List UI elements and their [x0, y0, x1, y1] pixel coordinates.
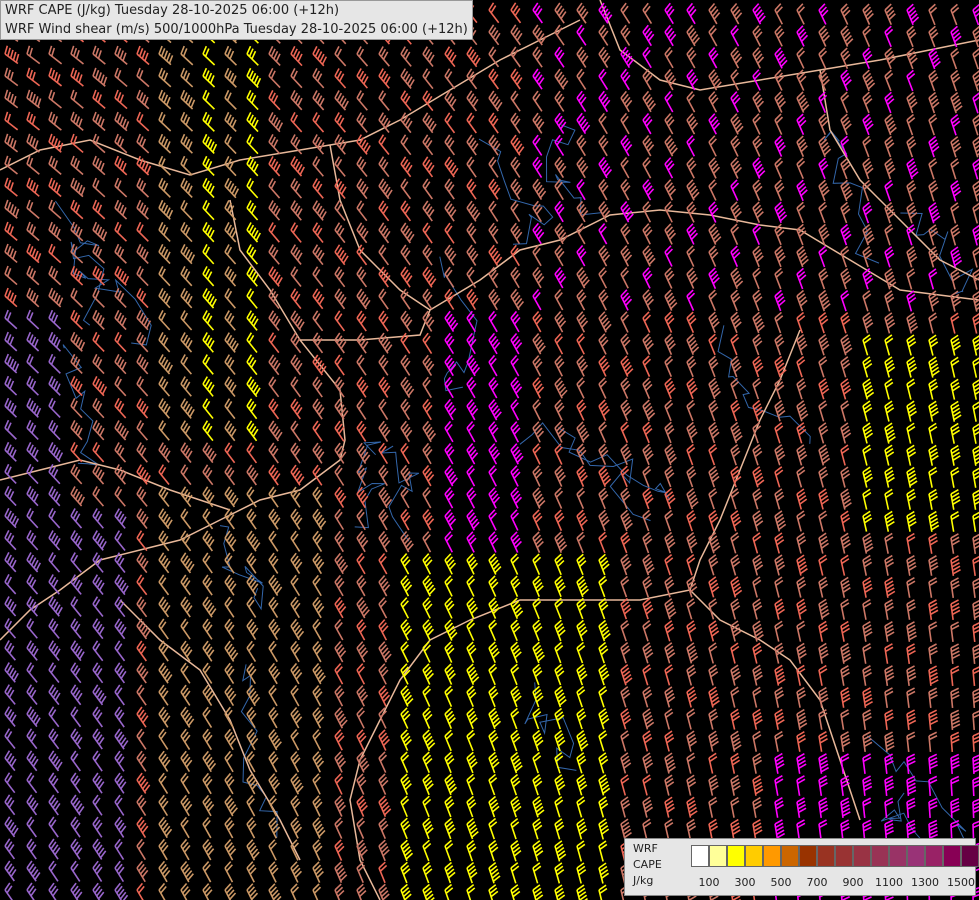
- legend-swatch: [817, 845, 835, 867]
- wind-shear-map: [0, 0, 979, 900]
- legend-tick-label: 700: [806, 876, 828, 889]
- cape-title: WRF CAPE (J/kg) Tuesday 28-10-2025 06:00…: [5, 3, 340, 18]
- legend-tick-labels: 100 300 500 700 900 1100 1300 1500: [691, 876, 976, 890]
- legend-model-label: WRF: [633, 842, 658, 855]
- legend-tick-label: 1500: [947, 876, 975, 889]
- legend-tick-label: 900: [842, 876, 864, 889]
- legend-swatch: [961, 845, 979, 867]
- legend-tick-label: 100: [698, 876, 720, 889]
- legend-unit-label: J/kg: [633, 874, 654, 887]
- legend-tick-label: 1100: [875, 876, 903, 889]
- cape-legend: WRF CAPE J/kg 100 300 500 700 900 1100 1300 150…: [624, 838, 979, 896]
- legend-swatch: [745, 845, 763, 867]
- legend-swatch: [889, 845, 907, 867]
- legend-tick-label: 1300: [911, 876, 939, 889]
- legend-swatch: [907, 845, 925, 867]
- legend-swatch: [709, 845, 727, 867]
- legend-swatch: [763, 845, 781, 867]
- legend-swatch: [943, 845, 961, 867]
- map-title-box: WRF CAPE (J/kg) Tuesday 28-10-2025 06:00…: [0, 0, 473, 40]
- legend-tick-label: 500: [770, 876, 792, 889]
- legend-swatch: [871, 845, 889, 867]
- legend-swatch: [799, 845, 817, 867]
- legend-tick-label: 300: [734, 876, 756, 889]
- legend-color-scale: [691, 845, 979, 867]
- legend-swatch: [781, 845, 799, 867]
- legend-swatch: [925, 845, 943, 867]
- legend-swatch: [835, 845, 853, 867]
- legend-swatch: [727, 845, 745, 867]
- wind-shear-title: WRF Wind shear (m/s) 500/1000hPa Tuesday…: [5, 22, 468, 37]
- legend-field-label: CAPE: [633, 858, 662, 871]
- legend-swatch: [853, 845, 871, 867]
- legend-swatch: [691, 845, 709, 867]
